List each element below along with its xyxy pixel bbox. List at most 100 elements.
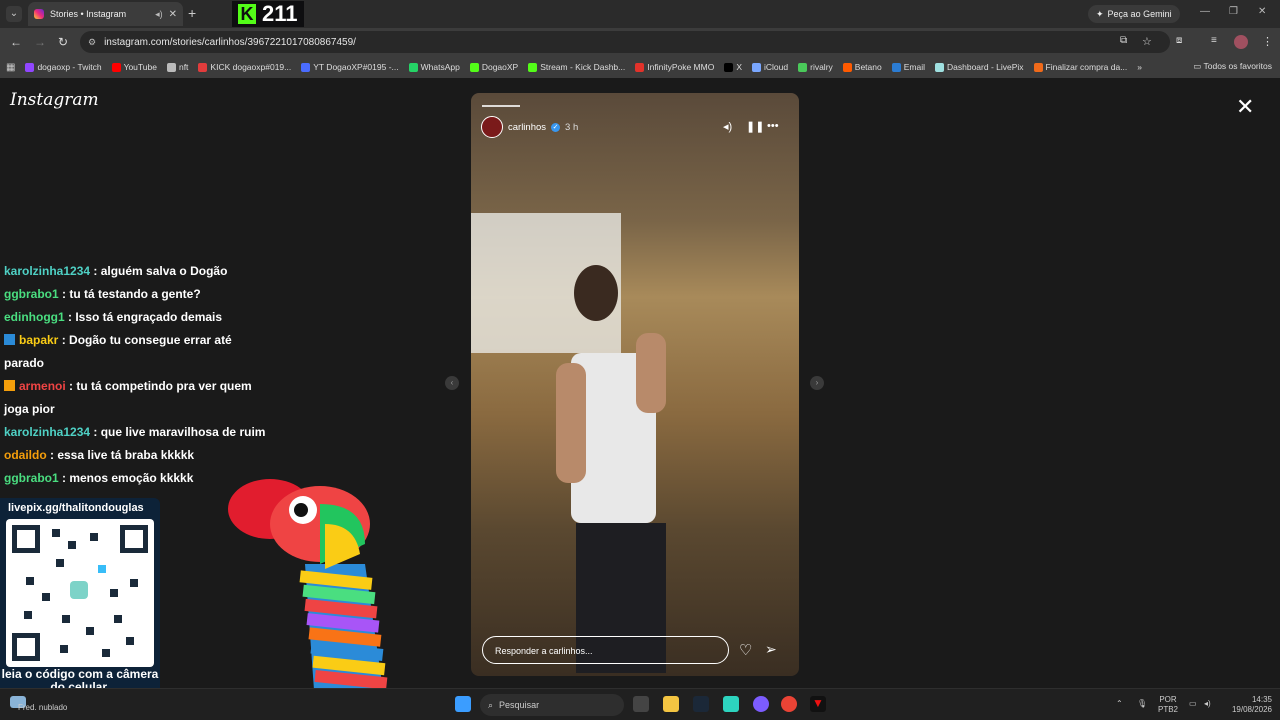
new-tab-button[interactable]: + (188, 5, 196, 21)
bookmark-favicon-icon (301, 62, 311, 72)
bookmark-star-icon[interactable]: ☆ (1142, 35, 1152, 48)
chat-text: : Isso tá engraçado demais (64, 310, 223, 324)
chat-message: edinhogg1 : Isso tá engraçado demais (4, 306, 274, 329)
bookmark-item[interactable]: rivalry (798, 62, 833, 72)
network-icon[interactable]: ▭ (1189, 699, 1197, 709)
bookmark-item[interactable]: InfinityPoke MMO (635, 62, 714, 72)
bookmark-label: iCloud (764, 62, 789, 72)
story-avatar[interactable] (481, 116, 503, 138)
app-shield-icon[interactable]: ▼ (810, 696, 826, 712)
chat-username: armenoi (19, 379, 66, 393)
reload-icon[interactable]: ↻ (58, 35, 68, 49)
bookmark-favicon-icon (752, 62, 761, 72)
menu-icon[interactable]: ⋮ (1262, 35, 1273, 48)
all-bookmarks-folder[interactable]: ▭ Todos os favoritos (1193, 61, 1272, 72)
mute-icon[interactable]: ◂) (723, 120, 732, 133)
bookmark-item[interactable]: dogaoxp - Twitch (25, 62, 102, 72)
bookmark-label: InfinityPoke MMO (647, 62, 715, 72)
chat-text: : que live maravilhosa de ruim (90, 425, 266, 439)
bookmark-item[interactable]: KICK dogaoxp#019... (198, 62, 291, 72)
tab-search-icon[interactable]: ⌄ (6, 6, 22, 22)
taskbar-search[interactable]: ⌕ Pesquisar (480, 694, 624, 716)
all-bookmarks-label: Todos os favoritos (1203, 61, 1272, 71)
previous-story-button[interactable]: ‹ (445, 376, 459, 390)
chat-username: ggbrabo1 (4, 287, 59, 301)
task-view-icon[interactable] (633, 696, 649, 712)
address-bar[interactable]: ⚙ instagram.com/stories/carlinhos/396722… (80, 31, 1170, 53)
like-heart-icon[interactable]: ♡ (739, 641, 752, 659)
close-story-icon[interactable]: ✕ (1236, 94, 1254, 120)
gemini-sparkle-icon: ✦ (1096, 8, 1104, 19)
clock[interactable]: 14:35 19/08/2026 (1224, 695, 1272, 715)
reply-input[interactable]: Responder a carlinhos... (482, 636, 729, 664)
chat-username: ggbrabo1 (4, 471, 59, 485)
minimize-icon[interactable]: — (1200, 6, 1210, 17)
bookmark-item[interactable]: Stream - Kick Dashb... (528, 62, 625, 72)
bookmark-item[interactable]: iCloud (752, 62, 788, 72)
bookmarks-bar: ▦ dogaoxp - Twitch YouTube nft KICK dogaoxp… (0, 56, 1280, 78)
pause-icon[interactable]: ❚❚ (746, 120, 764, 133)
chat-badge-icon (4, 334, 15, 345)
bookmark-item[interactable]: Betano (842, 62, 882, 72)
qr-module (52, 529, 60, 537)
volume-icon[interactable]: ◂) (1204, 699, 1211, 709)
story-username[interactable]: carlinhos (508, 122, 546, 133)
stream-chat: karolzinha1234 : alguém salva o Dogão ggb… (4, 260, 274, 490)
chrome-icon[interactable] (781, 696, 797, 712)
bookmark-item[interactable]: Finalizar compra da... (1033, 62, 1127, 72)
bookmark-label: YT DogaoXP#0195 -... (313, 62, 399, 72)
language-indicator[interactable]: POR PTB2 (1158, 695, 1178, 715)
clock-date: 19/08/2026 (1231, 705, 1272, 714)
speaker-icon[interactable]: ◂) (155, 9, 163, 20)
bookmark-item[interactable]: YT DogaoXP#0195 -... (301, 62, 399, 72)
install-app-icon[interactable]: ⧉ (1120, 35, 1127, 46)
bookmark-item[interactable]: WhatsApp (408, 62, 460, 72)
discord-icon[interactable] (753, 696, 769, 712)
tray-chevron-icon[interactable]: ⌃ (1116, 699, 1123, 709)
bookmark-item[interactable]: DogaoXP (469, 62, 518, 72)
story-viewer[interactable]: carlinhos ✓ 3 h ◂) ❚❚ ••• Responder a ca… (471, 93, 799, 676)
bookmark-favicon-icon (111, 62, 121, 72)
extensions-icon[interactable]: ⧈ (1176, 35, 1182, 46)
bookmark-favicon-icon (1033, 62, 1043, 72)
bookmark-label: rivalry (810, 62, 833, 72)
tab-instagram-stories[interactable]: Stories • Instagram ◂) ✕ (28, 2, 183, 26)
close-window-icon[interactable]: ✕ (1258, 6, 1266, 17)
more-bookmarks-icon[interactable]: » (1137, 62, 1142, 72)
apps-grid-icon[interactable]: ▦ (6, 62, 15, 73)
qr-module (42, 593, 50, 601)
qr-module (62, 615, 70, 623)
bookmark-favicon-icon (25, 62, 35, 72)
file-explorer-icon[interactable] (663, 696, 679, 712)
maximize-icon[interactable]: ❐ (1229, 6, 1238, 17)
app-icon[interactable] (723, 696, 739, 712)
bookmark-item[interactable]: Email (891, 62, 925, 72)
qr-module (90, 533, 98, 541)
media-controls-icon[interactable]: ≡ (1211, 35, 1217, 46)
ask-gemini-button[interactable]: ✦ Peça ao Gemini (1088, 5, 1180, 23)
instagram-logo[interactable]: Instagram (10, 90, 99, 110)
bookmark-item[interactable]: Dashboard - LivePix (935, 62, 1024, 72)
bookmark-item[interactable]: YouTube (111, 62, 157, 72)
more-options-icon[interactable]: ••• (767, 120, 779, 132)
steam-icon[interactable] (693, 696, 709, 712)
site-info-icon[interactable]: ⚙ (88, 37, 96, 48)
close-tab-icon[interactable]: ✕ (169, 9, 177, 20)
chat-text: : alguém salva o Dogão (90, 264, 228, 278)
bookmark-favicon-icon (528, 62, 538, 72)
bookmark-favicon-icon (935, 62, 944, 72)
next-story-button[interactable]: › (810, 376, 824, 390)
send-icon[interactable]: ➢ (765, 641, 777, 658)
back-icon[interactable]: ← (10, 35, 22, 49)
chat-username: bapakr (19, 333, 59, 347)
weather-text[interactable]: Fred. nublado (18, 703, 67, 712)
forward-icon[interactable]: → (34, 35, 46, 49)
bookmark-item[interactable]: X (724, 62, 742, 72)
bookmark-favicon-icon (469, 62, 479, 72)
verified-badge-icon: ✓ (551, 122, 561, 132)
profile-avatar[interactable] (1234, 35, 1248, 49)
bookmark-item[interactable]: nft (166, 62, 188, 72)
url-text: instagram.com/stories/carlinhos/39672210… (104, 36, 356, 48)
start-windows-icon[interactable] (455, 696, 471, 712)
microphone-icon[interactable]: 🎙 (1137, 699, 1147, 709)
